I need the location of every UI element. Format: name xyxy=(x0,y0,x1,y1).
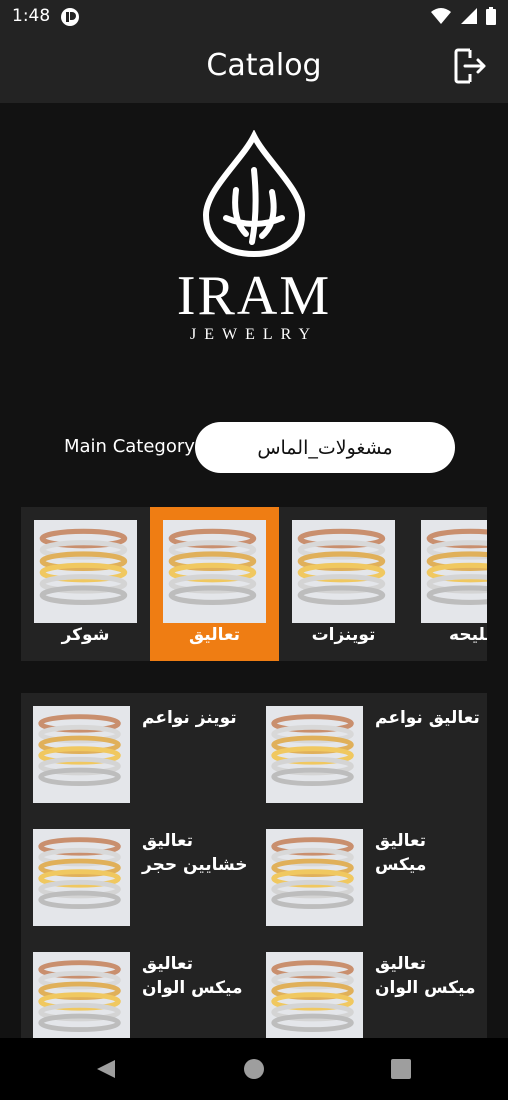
product-card[interactable]: توينز نواعم xyxy=(21,693,253,805)
brand-logo: IRAM JEWELRY xyxy=(154,129,354,355)
battery-icon xyxy=(486,7,496,29)
back-icon xyxy=(97,1060,115,1078)
product-thumbnail xyxy=(266,952,363,1038)
product-thumbnail xyxy=(266,706,363,803)
home-button[interactable] xyxy=(243,1058,265,1084)
subcategory-item[interactable]: مليحه xyxy=(408,507,487,661)
subcategory-strip[interactable]: شوكر تعاليق توينزات مليحه xyxy=(21,507,487,661)
product-thumbnail xyxy=(33,952,130,1038)
product-thumbnail xyxy=(266,829,363,926)
logo-subtitle: JEWELRY xyxy=(190,326,318,343)
subcategory-label: تعاليق xyxy=(188,625,240,645)
logo-emblem-icon xyxy=(202,129,306,258)
rings-thumbnail xyxy=(34,520,137,623)
product-card[interactable]: تعاليق ميكس xyxy=(254,816,486,928)
back-button[interactable] xyxy=(95,1058,117,1084)
home-icon xyxy=(244,1059,264,1079)
main-category-value: مشغولات_الماس xyxy=(257,436,393,459)
signal-icon xyxy=(460,7,478,29)
recents-icon xyxy=(391,1059,411,1079)
logout-icon xyxy=(453,47,487,89)
logout-button[interactable] xyxy=(450,46,490,90)
subcategory-item-selected[interactable]: تعاليق xyxy=(150,507,279,661)
logo-wordmark: IRAM xyxy=(176,265,332,327)
rings-thumbnail xyxy=(421,520,487,623)
product-thumbnail xyxy=(33,706,130,803)
page-title: Catalog xyxy=(206,48,322,83)
recents-button[interactable] xyxy=(390,1058,412,1084)
product-grid[interactable]: توينز نواعم تعاليق نواعم تعاليق خشايين ح… xyxy=(21,693,487,1038)
main-category-label: Main Category xyxy=(64,436,195,457)
wifi-icon xyxy=(430,7,452,29)
app-notification-icon xyxy=(60,7,80,31)
rings-thumbnail xyxy=(163,520,266,623)
main-category-dropdown[interactable]: مشغولات_الماس xyxy=(195,422,455,473)
product-title: تعاليق نواعم xyxy=(375,708,480,728)
product-thumbnail xyxy=(33,829,130,926)
app-bar: Catalog xyxy=(0,34,508,103)
product-title: تعاليق ميكس الوان xyxy=(375,954,476,998)
status-time: 1:48 xyxy=(12,6,51,26)
product-title: تعاليق ميكس الوان xyxy=(142,954,243,998)
subcategory-label: مليحه xyxy=(449,625,487,645)
system-nav-bar xyxy=(0,1038,508,1100)
subcategory-item[interactable]: توينزات xyxy=(279,507,408,661)
product-title: تعاليق ميكس xyxy=(375,831,427,875)
product-card[interactable]: تعاليق خشايين حجر xyxy=(21,816,253,928)
status-bar: 1:48 xyxy=(0,0,508,34)
subcategory-label: توينزات xyxy=(311,625,376,645)
product-card[interactable]: تعاليق ميكس الوان xyxy=(21,939,253,1038)
subcategory-label: شوكر xyxy=(61,625,110,645)
product-card[interactable]: تعاليق ميكس الوان xyxy=(254,939,486,1038)
product-title: توينز نواعم xyxy=(142,708,237,728)
product-title: تعاليق خشايين حجر xyxy=(142,831,248,875)
product-card[interactable]: تعاليق نواعم xyxy=(254,693,486,805)
subcategory-item[interactable]: شوكر xyxy=(21,507,150,661)
rings-thumbnail xyxy=(292,520,395,623)
